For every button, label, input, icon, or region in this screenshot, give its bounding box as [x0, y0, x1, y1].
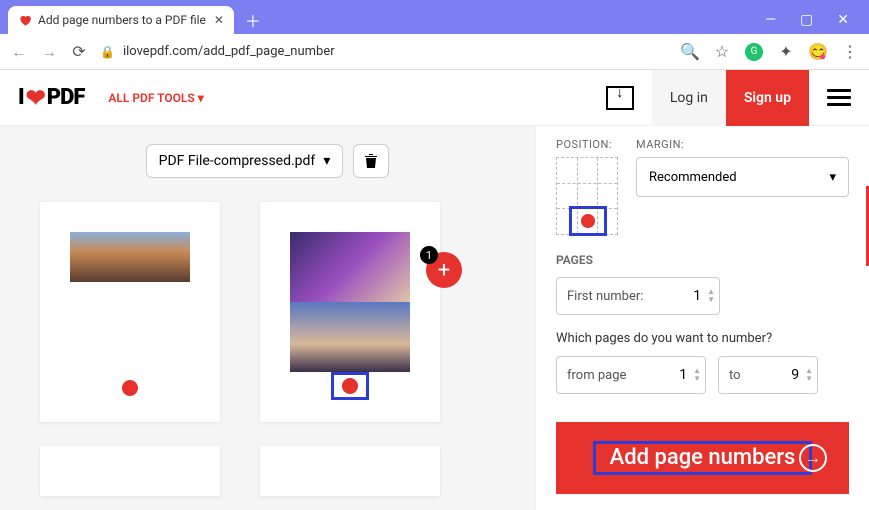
page-thumbnail-4[interactable]	[260, 446, 440, 496]
first-number-value: 1	[687, 288, 707, 304]
chevron-down-icon: ▾	[829, 170, 836, 185]
file-select-dropdown[interactable]: PDF File-compressed.pdf ▾	[146, 144, 344, 178]
page-number-marker-icon	[122, 380, 138, 396]
page-image	[290, 302, 410, 372]
cta-label: Add page numbers	[593, 441, 813, 475]
extension-grammarly-icon[interactable]: G	[745, 43, 763, 61]
page-number-marker-highlight	[331, 372, 369, 400]
forward-icon: →	[40, 42, 58, 62]
extensions-icon[interactable]: ✦	[777, 43, 795, 61]
logo-text-pdf: PDF	[47, 85, 85, 110]
first-number-input[interactable]: First number: 1 ▲▼	[556, 277, 720, 315]
to-page-label: to	[719, 368, 751, 383]
delete-file-button[interactable]	[353, 144, 389, 178]
page-thumbnail-3[interactable]	[40, 446, 220, 496]
heart-icon: ❤	[26, 84, 45, 112]
page-thumbnail-1[interactable]	[40, 202, 220, 422]
url-text: ilovepdf.com/add_pdf_page_number	[123, 44, 335, 59]
reload-icon[interactable]: ⟳	[70, 42, 88, 61]
signup-button[interactable]: Sign up	[726, 70, 809, 126]
pages-preview-area: PDF File-compressed.pdf ▾	[0, 126, 535, 510]
margin-value: Recommended	[649, 170, 737, 185]
login-button[interactable]: Log in	[652, 70, 726, 126]
url-field[interactable]: 🔒 ilovepdf.com/add_pdf_page_number	[100, 44, 669, 59]
spinner-buttons[interactable]: ▲▼	[693, 367, 705, 383]
add-files-fab[interactable]: 1 +	[426, 252, 462, 288]
maximize-icon[interactable]: ▢	[800, 12, 813, 28]
position-grid[interactable]	[556, 157, 618, 235]
from-page-input[interactable]: from page 1 ▲▼	[556, 356, 706, 394]
arrow-right-icon: →	[799, 444, 827, 472]
app-header: I ❤ PDF ALL PDF TOOLS ▾ Log in Sign up	[0, 70, 869, 126]
to-page-value: 9	[785, 367, 805, 383]
favicon-heart-icon	[18, 13, 32, 27]
browser-tab[interactable]: Add page numbers to a PDF file ✕	[8, 6, 234, 34]
spinner-buttons[interactable]: ▲▼	[805, 367, 817, 383]
hamburger-menu-icon[interactable]	[827, 85, 851, 110]
page-image	[290, 232, 410, 302]
tab-title: Add page numbers to a PDF file	[38, 13, 206, 27]
all-pdf-tools-link[interactable]: ALL PDF TOOLS ▾	[108, 91, 203, 105]
profile-icon[interactable]: 😋	[809, 43, 827, 61]
spinner-buttons[interactable]: ▲▼	[707, 288, 719, 304]
back-icon[interactable]: ←	[10, 42, 28, 62]
close-window-icon[interactable]: ✕	[837, 12, 849, 28]
browser-address-bar: ← → ⟳ 🔒 ilovepdf.com/add_pdf_page_number…	[0, 34, 869, 70]
range-question: Which pages do you want to number?	[556, 331, 849, 346]
tab-close-icon[interactable]: ✕	[212, 13, 226, 27]
position-selected-bottom-center	[569, 206, 607, 236]
lock-icon: 🔒	[100, 45, 115, 59]
to-page-input[interactable]: to 9 ▲▼	[718, 356, 818, 394]
trash-icon	[364, 153, 378, 169]
browser-menu-icon[interactable]: ⋮	[841, 43, 859, 61]
chevron-down-icon: ▾	[323, 153, 330, 169]
download-icon[interactable]	[606, 86, 634, 110]
options-panel: POSITION: MARGIN: Recommended ▾ PAGES Fi…	[535, 126, 869, 510]
margin-select[interactable]: Recommended ▾	[636, 157, 849, 197]
new-tab-button[interactable]: ＋	[240, 7, 266, 33]
window-controls: — ▢ ✕	[765, 12, 869, 34]
first-number-label: First number:	[557, 289, 653, 304]
add-page-numbers-button[interactable]: Add page numbers →	[556, 422, 849, 494]
star-icon[interactable]: ☆	[713, 43, 731, 61]
position-label: POSITION:	[556, 138, 618, 151]
page-thumbnail-2[interactable]: 1 +	[260, 202, 440, 422]
from-page-value: 1	[673, 367, 693, 383]
margin-label: MARGIN:	[636, 138, 849, 151]
minimize-icon[interactable]: —	[765, 12, 776, 28]
from-page-label: from page	[557, 368, 636, 383]
browser-titlebar: Add page numbers to a PDF file ✕ ＋ — ▢ ✕	[0, 0, 869, 34]
logo[interactable]: I ❤ PDF	[18, 84, 84, 112]
zoom-icon[interactable]: 🔍	[681, 43, 699, 61]
page-image	[70, 232, 190, 282]
pages-section-label: PAGES	[556, 253, 849, 267]
file-name: PDF File-compressed.pdf	[159, 153, 316, 169]
logo-text-i: I	[18, 85, 24, 110]
add-files-badge: 1	[420, 246, 438, 264]
